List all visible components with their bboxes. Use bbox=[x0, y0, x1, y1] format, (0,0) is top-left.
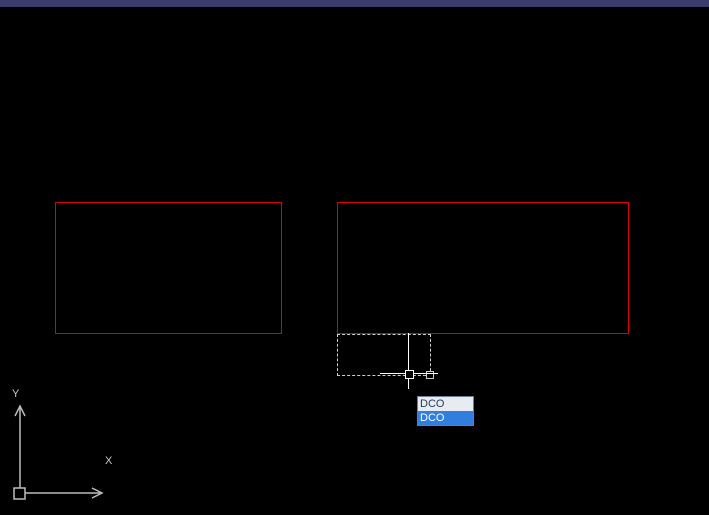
rectangle-shape[interactable] bbox=[55, 202, 282, 334]
ucs-x-label: X bbox=[105, 455, 112, 467]
crosshair-vertical-icon bbox=[408, 333, 409, 389]
ucs-icon: Y X bbox=[10, 388, 120, 503]
command-autocomplete-popup[interactable]: DCO DCO bbox=[417, 396, 474, 426]
selection-window bbox=[337, 334, 431, 376]
command-option[interactable]: DCO bbox=[418, 411, 473, 425]
drawing-canvas[interactable]: DCO DCO Y X bbox=[0, 7, 709, 515]
rectangle-shape[interactable] bbox=[337, 202, 629, 334]
ucs-y-label: Y bbox=[12, 388, 19, 400]
pickbox-icon bbox=[405, 370, 414, 379]
command-input[interactable]: DCO bbox=[418, 397, 473, 411]
